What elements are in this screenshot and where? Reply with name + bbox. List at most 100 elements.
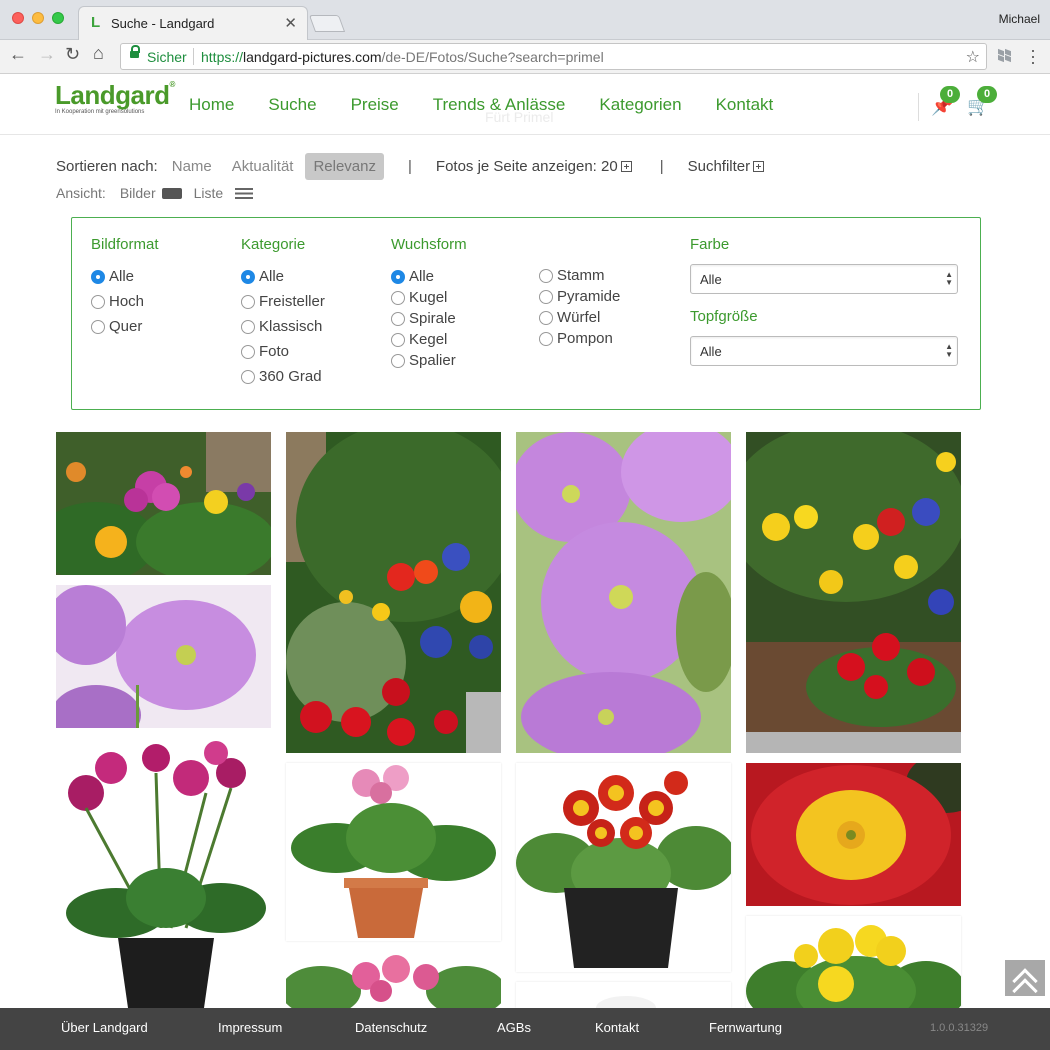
radio-wuchsform-spalier[interactable]: Spalier: [391, 352, 467, 369]
topfgroesse-select[interactable]: Alle ▲ ▼: [690, 336, 958, 366]
site-header: Landgard® In Kooperation mit greensoluti…: [0, 75, 1050, 135]
radio-wuchsform-stamm[interactable]: Stamm: [539, 267, 620, 284]
radio-label: Pyramide: [557, 288, 621, 305]
sort-bar: Sortieren nach: Name Aktualität Relevanz…: [56, 152, 765, 180]
address-bar[interactable]: Sicher https://landgard-pictures.com/de-…: [120, 43, 987, 70]
photo-tile[interactable]: [286, 951, 501, 1008]
plus-box-icon: [620, 160, 632, 172]
minimize-window-icon[interactable]: [32, 12, 44, 24]
yellow-primula-pot-photo: [746, 916, 961, 1008]
radio-bildformat-quer[interactable]: Quer: [91, 318, 159, 335]
bookmark-star-icon[interactable]: ☆: [966, 47, 980, 67]
view-list-option[interactable]: Liste: [194, 185, 224, 201]
nav-home[interactable]: Home: [189, 95, 234, 115]
radio-kategorie-freisteller[interactable]: Freisteller: [241, 293, 325, 310]
photo-tile[interactable]: [746, 763, 961, 906]
radio-kategorie-klassisch[interactable]: Klassisch: [241, 318, 325, 335]
image-view-icon[interactable]: [161, 187, 182, 199]
radio-kategorie-alle[interactable]: Alle: [241, 268, 325, 285]
forward-arrow-icon[interactable]: →: [38, 44, 56, 65]
filter-heading: Farbe: [690, 236, 730, 253]
photo-tile[interactable]: [516, 432, 731, 753]
radio-icon: [391, 290, 405, 305]
radio-icon: [241, 369, 255, 384]
tab-close-icon[interactable]: ✕: [284, 14, 297, 32]
photo-tile[interactable]: [56, 432, 271, 575]
search-ghost-text: Fürt Primel: [485, 109, 554, 125]
radio-bildformat-hoch[interactable]: Hoch: [91, 293, 159, 310]
radio-kategorie-foto[interactable]: Foto: [241, 343, 325, 360]
radio-icon: [241, 344, 255, 359]
browser-tab[interactable]: L Suche - Landgard ✕: [78, 6, 308, 40]
filter-kategorie: Kategorie Alle Freisteller Klassisch Fot…: [241, 236, 325, 385]
radio-icon: [539, 289, 553, 304]
radio-label: Spirale: [409, 310, 456, 327]
radio-wuchsform-spirale[interactable]: Spirale: [391, 310, 467, 327]
radio-wuchsform-wuerfel[interactable]: Würfel: [539, 309, 620, 326]
photo-tile[interactable]: [746, 432, 961, 753]
scroll-to-top-button[interactable]: [1005, 960, 1045, 1004]
radio-wuchsform-kegel[interactable]: Kegel: [391, 331, 467, 348]
photo-tile[interactable]: [516, 763, 731, 972]
view-images-option[interactable]: Bilder: [120, 185, 156, 201]
farbe-select[interactable]: Alle ▲ ▼: [690, 264, 958, 294]
plus-box-icon: [753, 160, 765, 172]
per-page-selector[interactable]: Fotos je Seite anzeigen: 20: [436, 158, 632, 175]
radio-wuchsform-alle[interactable]: Alle: [391, 268, 467, 285]
footer-agbs[interactable]: AGBs: [497, 1020, 531, 1035]
radio-wuchsform-kugel[interactable]: Kugel: [391, 289, 467, 306]
url-text[interactable]: https://landgard-pictures.com/de-DE/Foto…: [201, 49, 604, 65]
back-arrow-icon[interactable]: ←: [9, 44, 27, 65]
footer-kontakt[interactable]: Kontakt: [595, 1020, 639, 1035]
sort-aktualitaet[interactable]: Aktualität: [232, 158, 294, 175]
radio-kategorie-360[interactable]: 360 Grad: [241, 368, 325, 385]
browser-toolbar: ← → ↻ ⌂ Sicher https://landgard-pictures…: [0, 40, 1050, 74]
radio-wuchsform-pyramide[interactable]: Pyramide: [539, 288, 620, 305]
list-view-icon[interactable]: [235, 187, 254, 199]
reload-icon[interactable]: ↻: [65, 44, 80, 65]
lilac-primula-tall-photo: [516, 432, 731, 753]
radio-label: Alle: [259, 268, 285, 285]
radio-checked-icon: [241, 269, 255, 284]
secure-label: Sicher: [147, 49, 187, 65]
search-filter-toggle[interactable]: Suchfilter: [688, 158, 765, 175]
home-icon[interactable]: ⌂: [93, 43, 104, 64]
profile-name[interactable]: Michael: [999, 12, 1040, 26]
nav-preise[interactable]: Preise: [351, 95, 399, 115]
logo-text: Landgard: [55, 80, 170, 110]
sort-name[interactable]: Name: [172, 158, 212, 175]
sort-relevanz[interactable]: Relevanz: [305, 152, 384, 180]
photo-tile[interactable]: [56, 738, 271, 1008]
photo-tile[interactable]: [286, 432, 501, 753]
close-window-icon[interactable]: [12, 12, 24, 24]
radio-label: Spalier: [409, 352, 456, 369]
footer-datenschutz[interactable]: Datenschutz: [355, 1020, 427, 1035]
new-tab-button[interactable]: [308, 15, 346, 32]
select-value: Alle: [700, 344, 722, 359]
nav-kontakt[interactable]: Kontakt: [716, 95, 774, 115]
filter-bildformat: Bildformat Alle Hoch Quer: [91, 236, 159, 335]
landgard-logo[interactable]: Landgard® In Kooperation mit greensoluti…: [55, 80, 175, 115]
footer-impressum[interactable]: Impressum: [218, 1020, 282, 1035]
radio-icon: [91, 294, 105, 309]
photo-tile[interactable]: [286, 763, 501, 941]
maximize-window-icon[interactable]: [52, 12, 64, 24]
select-arrows-icon: ▲ ▼: [945, 342, 953, 359]
radio-wuchsform-pompon[interactable]: Pompon: [539, 330, 620, 347]
nav-suche[interactable]: Suche: [268, 95, 316, 115]
dropbox-extension-icon[interactable]: [998, 48, 1012, 63]
version-number: 1.0.0.31329: [930, 1022, 989, 1034]
browser-menu-icon[interactable]: · · ·: [1028, 41, 1038, 71]
tab-title: Suche - Landgard: [111, 16, 215, 31]
sort-separator: |: [659, 157, 664, 175]
footer-ueber-landgard[interactable]: Über Landgard: [61, 1020, 148, 1035]
radio-bildformat-alle[interactable]: Alle: [91, 268, 159, 285]
radio-label: Pompon: [557, 330, 613, 347]
photo-tile[interactable]: [516, 982, 731, 1008]
photo-tile[interactable]: [56, 585, 271, 728]
photo-tile[interactable]: [746, 916, 961, 1008]
footer-fernwartung[interactable]: Fernwartung: [709, 1020, 782, 1035]
radio-label: Kegel: [409, 331, 448, 348]
filter-farbe-topf: Farbe Alle ▲ ▼ Topfgröße Alle ▲ ▼: [690, 236, 958, 366]
nav-kategorien[interactable]: Kategorien: [599, 95, 681, 115]
